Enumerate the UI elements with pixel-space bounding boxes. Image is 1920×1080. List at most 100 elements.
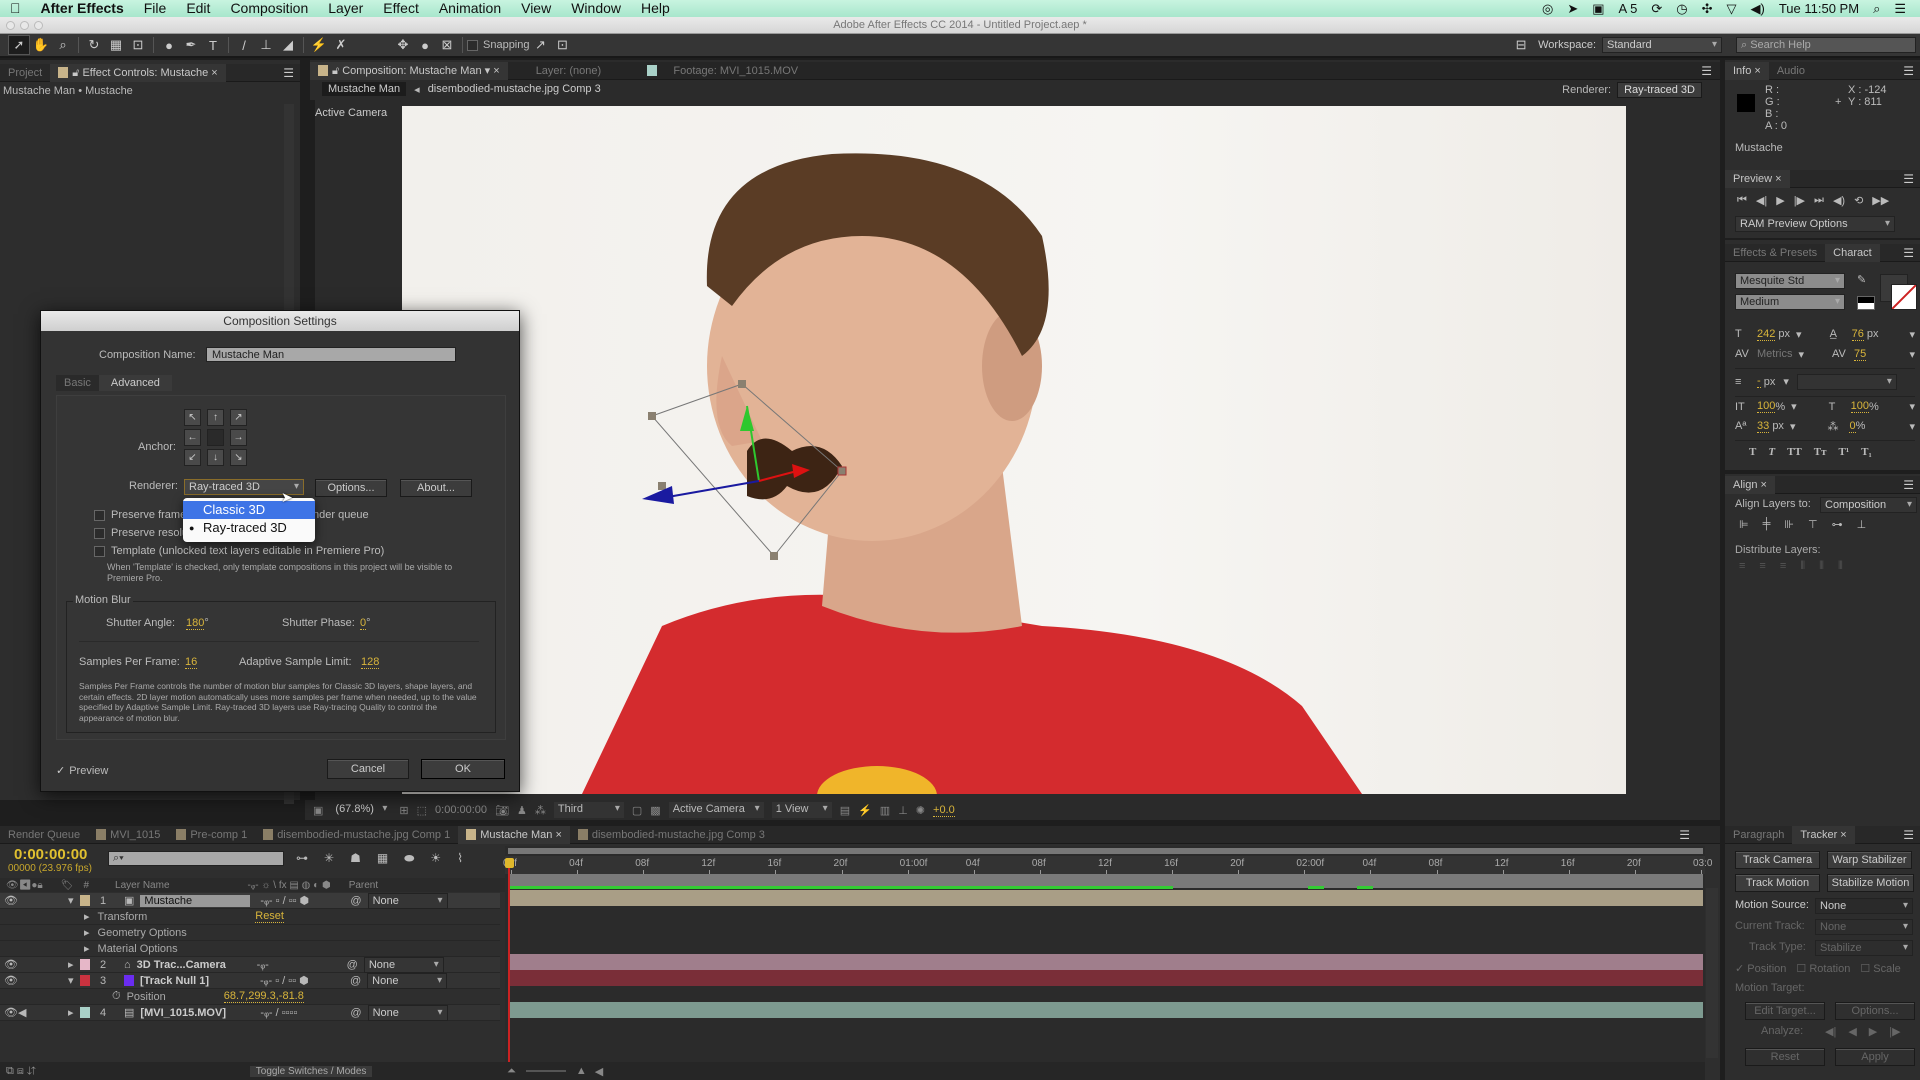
align-vertical-center-icon[interactable]: ⊶ bbox=[1832, 518, 1843, 531]
baseline-shift-value[interactable]: 33 bbox=[1757, 420, 1770, 433]
tab-tracker[interactable]: Tracker × bbox=[1792, 825, 1855, 844]
renderer-option-classic-3d[interactable]: Classic 3D bbox=[183, 501, 315, 519]
next-frame-icon[interactable]: |▶ bbox=[1794, 194, 1805, 207]
current-time-display[interactable]: 0:00:00:00 bbox=[435, 804, 487, 816]
comp-mini-flowchart-icon[interactable]: ⊶ bbox=[296, 851, 308, 866]
tab-advanced[interactable]: Advanced bbox=[98, 375, 172, 391]
handle[interactable] bbox=[648, 412, 656, 420]
tab-mustache-comp-3[interactable]: disembodied-mustache.jpg Comp 3 bbox=[570, 826, 773, 844]
eraser-tool-icon[interactable]: ◢ bbox=[277, 35, 299, 55]
comp-nav-next[interactable]: disembodied-mustache.jpg Comp 3 bbox=[428, 83, 601, 95]
always-preview-icon[interactable]: ▣ bbox=[313, 804, 323, 817]
menu-file[interactable]: File bbox=[134, 0, 177, 17]
current-track-dropdown[interactable]: None bbox=[1815, 919, 1913, 935]
brainstorm-icon[interactable]: ☀ bbox=[430, 851, 441, 866]
eyedropper-icon[interactable]: ✎ bbox=[1857, 273, 1866, 286]
dropdown-icon[interactable]: ▾ bbox=[1783, 375, 1789, 388]
magnification-dropdown[interactable]: (67.8%) bbox=[331, 802, 391, 818]
align-bottom-icon[interactable]: ⊥ bbox=[1857, 518, 1867, 531]
menu-animation[interactable]: Animation bbox=[429, 0, 511, 17]
property-position[interactable]: ⏱︎ Position 68.7,299.3,-81.8 bbox=[0, 989, 500, 1005]
shape-tool-icon[interactable]: ● bbox=[158, 35, 180, 55]
warp-stabilizer-button[interactable]: Warp Stabilizer bbox=[1827, 851, 1912, 869]
pan-behind-tool-icon[interactable]: ⊡ bbox=[127, 35, 149, 55]
dropdown-icon[interactable]: ▾ bbox=[1790, 420, 1796, 433]
analyze-back-one-icon[interactable]: ◀| bbox=[1825, 1025, 1836, 1038]
position-checkbox[interactable]: ✓ Position bbox=[1735, 962, 1786, 975]
horizontal-scale-value[interactable]: 100 bbox=[1850, 400, 1870, 413]
clock[interactable]: Tue 11:50 PM bbox=[1779, 1, 1859, 16]
motion-blur-icon[interactable]: ⬬ bbox=[404, 851, 414, 866]
layer-name[interactable]: [MVI_1015.MOV] bbox=[140, 1007, 250, 1019]
view-layout-dropdown[interactable]: 1 View bbox=[771, 802, 832, 818]
ram-preview-icon[interactable]: ▶▶ bbox=[1872, 194, 1889, 207]
small-caps-icon[interactable]: Tт bbox=[1814, 446, 1827, 458]
tab-info[interactable]: Info × bbox=[1725, 61, 1769, 80]
handle[interactable] bbox=[738, 380, 746, 388]
tracking-value[interactable]: 75 bbox=[1853, 348, 1867, 361]
anchor-right-icon[interactable]: → bbox=[230, 429, 247, 446]
zoom-in-icon[interactable]: ▲ bbox=[576, 1065, 587, 1077]
twirl-icon[interactable]: ▸ bbox=[84, 942, 90, 955]
dropdown-icon[interactable]: ▾ bbox=[1798, 348, 1804, 361]
mask-visibility-icon[interactable]: ⬚ bbox=[417, 804, 427, 817]
menu-view[interactable]: View bbox=[511, 0, 561, 17]
panel-menu-icon[interactable]: ☰ bbox=[1903, 478, 1920, 492]
timeline-scrollbar[interactable] bbox=[1706, 888, 1718, 1058]
roto-brush-tool-icon[interactable]: ⚡ bbox=[308, 35, 330, 55]
layer-switches[interactable]: -ᵩ- bbox=[257, 959, 347, 971]
track-type-dropdown[interactable]: Stabilize bbox=[1815, 940, 1913, 956]
time-machine-icon[interactable]: ◷ bbox=[1676, 1, 1687, 17]
first-frame-icon[interactable]: ⏮ bbox=[1737, 194, 1747, 207]
layer-search-input[interactable]: ⌕▾ bbox=[108, 851, 284, 866]
dropdown-icon[interactable]: ▾ bbox=[1909, 400, 1915, 413]
workspace-icon[interactable]: ⊟ bbox=[1510, 35, 1532, 55]
layer-name[interactable]: Mustache bbox=[140, 894, 251, 907]
panel-menu-icon[interactable]: ☰ bbox=[1903, 828, 1920, 842]
handle[interactable] bbox=[837, 466, 847, 476]
handle[interactable] bbox=[770, 552, 778, 560]
expand-twirl-icon[interactable]: ▸ bbox=[68, 1006, 80, 1019]
tracker-options-button[interactable]: Options... bbox=[1835, 1002, 1915, 1020]
minimize-window-button[interactable] bbox=[20, 21, 29, 30]
panel-menu-icon[interactable]: ☰ bbox=[283, 66, 300, 80]
anchor-bottom-right-icon[interactable]: ↘ bbox=[230, 449, 247, 466]
distribute-vcenter-icon[interactable]: ≡ bbox=[1759, 560, 1765, 573]
safe-margins-icon[interactable]: ⊞ bbox=[399, 804, 408, 817]
panel-menu-icon[interactable]: ☰ bbox=[1903, 64, 1920, 78]
camera-tool-icon[interactable]: ▦ bbox=[105, 35, 127, 55]
transform-reset-link[interactable]: Reset bbox=[255, 910, 284, 923]
black-white-swatch[interactable] bbox=[1857, 296, 1875, 310]
playhead-handle[interactable] bbox=[505, 858, 514, 868]
tab-paragraph[interactable]: Paragraph bbox=[1725, 826, 1792, 844]
property-group-transform[interactable]: ▸ Transform Reset bbox=[0, 909, 500, 925]
visibility-eye-icon[interactable]: 👁︎ bbox=[4, 974, 22, 987]
selection-tool-icon[interactable]: ➚ bbox=[8, 35, 30, 55]
panel-menu-icon[interactable]: ☰ bbox=[1903, 172, 1920, 186]
edit-target-button[interactable]: Edit Target... bbox=[1745, 1002, 1825, 1020]
adaptive-sample-limit-value[interactable]: 128 bbox=[361, 656, 380, 669]
toggle-switches-modes-button[interactable]: Toggle Switches / Modes bbox=[249, 1065, 373, 1077]
timeline-graph[interactable]: 00f04f08f12f16f20f01:00f04f08f12f16f20f0… bbox=[503, 846, 1712, 1080]
tab-mustache-comp-1[interactable]: disembodied-mustache.jpg Comp 1 bbox=[255, 826, 458, 844]
volume-icon[interactable]: ◀) bbox=[1751, 1, 1765, 17]
renderer-about-button[interactable]: About... bbox=[400, 479, 472, 497]
stopwatch-icon[interactable]: ⏱︎ bbox=[112, 990, 121, 1003]
pixel-aspect-icon[interactable]: ▤ bbox=[840, 804, 850, 817]
menu-composition[interactable]: Composition bbox=[220, 0, 318, 17]
current-time-display[interactable]: 0:00:00:00 bbox=[14, 846, 87, 863]
camera-icon[interactable]: ▣ bbox=[1592, 1, 1604, 17]
scroll-left-icon[interactable]: ◀ bbox=[595, 1065, 603, 1078]
brush-tool-icon[interactable]: / bbox=[233, 35, 255, 55]
layer-row[interactable]: 👁︎ ▾ 3 [Track Null 1] -ᵩ- ▫ / ▫▫ ⬢ @ Non… bbox=[0, 972, 500, 989]
layer-bar-camera[interactable] bbox=[508, 954, 1703, 970]
spotlight-icon[interactable]: ⌕ bbox=[1873, 1, 1880, 17]
anchor-left-icon[interactable]: ← bbox=[184, 429, 201, 446]
visibility-eye-icon[interactable]: 👁︎ bbox=[4, 894, 22, 907]
anchor-top-right-icon[interactable]: ↗ bbox=[230, 409, 247, 426]
dropdown-icon[interactable]: ▾ bbox=[1909, 420, 1915, 433]
tab-render-queue[interactable]: Render Queue bbox=[0, 826, 88, 844]
font-style-dropdown[interactable]: Medium bbox=[1735, 294, 1845, 310]
layer-name[interactable]: 3D Trac...Camera bbox=[137, 959, 247, 971]
dropdown-icon[interactable]: ▾ bbox=[1909, 328, 1915, 341]
